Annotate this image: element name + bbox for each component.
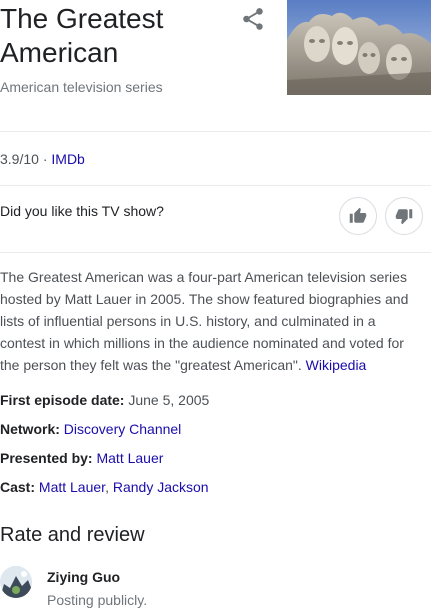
page-title: The Greatest American [0, 3, 164, 68]
fact-label: Network: [0, 421, 60, 437]
share-icon[interactable] [240, 6, 266, 32]
thumbs-down-button[interactable] [385, 197, 423, 235]
fact-network: Network: Discovery Channel [0, 421, 181, 437]
fact-label: First episode date: [0, 392, 125, 408]
thumbs-down-icon [395, 209, 413, 225]
fact-value: June 5, 2005 [124, 392, 210, 408]
feedback-question: Did you like this TV show? [0, 203, 164, 219]
divider [0, 185, 431, 186]
posting-status: Posting publicly. [47, 592, 148, 608]
avatar [0, 566, 32, 598]
description: The Greatest American was a four-part Am… [0, 266, 420, 376]
page-subtitle: American television series [0, 79, 163, 95]
cast-link-1[interactable]: Matt Lauer [39, 479, 105, 495]
mount-rushmore-image[interactable] [287, 0, 431, 95]
fact-cast: Cast: Matt Lauer, Randy Jackson [0, 479, 209, 495]
wikipedia-link[interactable]: Wikipedia [306, 357, 367, 373]
cast-separator: , [105, 479, 113, 495]
thumbs-up-icon [349, 207, 367, 223]
rating-separator: · [38, 151, 52, 167]
fact-presented-by: Presented by: Matt Lauer [0, 450, 163, 466]
cast-link-2[interactable]: Randy Jackson [113, 479, 209, 495]
thumbs-up-button[interactable] [339, 197, 377, 235]
presenter-link[interactable]: Matt Lauer [96, 450, 163, 466]
fact-first-episode: First episode date: June 5, 2005 [0, 392, 209, 408]
user-name: Ziying Guo [47, 569, 121, 585]
network-link[interactable]: Discovery Channel [64, 421, 182, 437]
fact-label: Cast: [0, 479, 36, 495]
imdb-link[interactable]: IMDb [51, 151, 84, 167]
rating-row: 3.9/10 · IMDb [0, 151, 85, 167]
divider [0, 131, 431, 132]
rating-score: 3.9/10 [0, 151, 39, 167]
divider [0, 252, 431, 253]
fact-label: Presented by: [0, 450, 93, 466]
rate-review-heading: Rate and review [0, 524, 145, 546]
